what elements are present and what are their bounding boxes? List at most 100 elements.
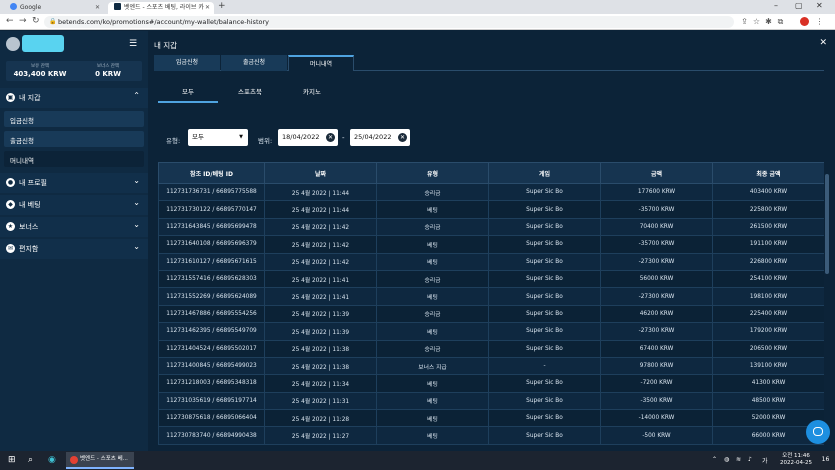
column-header: 게임 xyxy=(488,162,601,184)
balance-panel: 보유 잔액 403,400 KRW 보너스 잔액 0 KRW xyxy=(6,61,142,81)
sidebar-group-bets[interactable]: ◆ 내 베팅 ⌄ xyxy=(0,195,148,215)
browser-tab-betends[interactable]: 벳엔드 - 스포츠 베팅, 라이브 카 ✕ xyxy=(108,2,214,14)
table-row: 112731610127 / 66895671615 25 4월 2022 | 1… xyxy=(158,252,824,271)
table-cell: 25 4월 2022 | 11:38 xyxy=(264,356,377,376)
table-row: 112731467886 / 66895554256 25 4월 2022 | 1… xyxy=(158,304,824,324)
sidebar-item-withdraw[interactable]: 출금신청 xyxy=(4,131,144,147)
forward-icon[interactable]: → xyxy=(19,16,27,27)
extensions-puzzle-icon[interactable]: ⧉ xyxy=(776,17,785,26)
table-cell: 254100 KRW xyxy=(712,269,824,289)
table-cell: -27300 KRW xyxy=(600,252,713,271)
table-cell: 승리금 xyxy=(376,217,489,237)
table-cell: 403400 KRW xyxy=(712,182,824,202)
sidebar-group-label: 내 프로필 xyxy=(19,179,47,187)
tray-chevron-icon[interactable]: ⌃ xyxy=(712,456,717,463)
new-tab-icon[interactable]: + xyxy=(218,1,226,11)
address-bar: ← → ↻ 🔒 betends.com/ko/promotions#/accou… xyxy=(0,14,835,30)
clock-time: 오전 11:46 xyxy=(782,453,810,459)
close-tab-icon[interactable]: ✕ xyxy=(205,2,210,14)
clear-date-to-icon[interactable]: ✕ xyxy=(398,133,407,142)
sidebar-group-label: 보너스 xyxy=(19,223,39,231)
subtab-casino[interactable]: 카지노 xyxy=(282,83,342,103)
main-balance-value: 403,400 KRW xyxy=(13,70,67,78)
system-clock[interactable]: 오전 11:46 2022-04-25 xyxy=(776,453,816,467)
browser-menu-icon[interactable]: ⋮ xyxy=(815,17,824,26)
table-cell: 112731218003 / 66895348318 xyxy=(158,374,265,393)
table-row: 112731552269 / 66895624089 25 4월 2022 | 1… xyxy=(158,287,824,306)
sidebar-item-money-history[interactable]: 머니내역 xyxy=(4,151,144,167)
date-from-field[interactable]: 18/04/2022 ✕ xyxy=(278,129,338,146)
table-cell: -3500 KRW xyxy=(600,391,713,411)
table-cell: Super Sic Bo xyxy=(488,182,601,202)
windows-start-icon[interactable]: ⊞ xyxy=(8,455,16,466)
tab-withdraw[interactable]: 출금신청 xyxy=(221,55,287,71)
caret-down-icon: ▼ xyxy=(239,134,243,140)
profile-avatar-icon[interactable] xyxy=(800,17,809,26)
bets-icon: ◆ xyxy=(6,200,15,209)
sidebar-group-profile[interactable]: ● 내 프로필 ⌄ xyxy=(0,173,148,193)
column-header: 날짜 xyxy=(264,162,377,184)
subtab-sportsbook[interactable]: 스포츠북 xyxy=(220,83,280,103)
taskbar-app-chrome[interactable]: 벳엔드 - 스포츠 베... xyxy=(66,452,134,469)
language-icon[interactable]: 가 xyxy=(762,456,768,465)
table-cell: 베팅 xyxy=(376,235,489,254)
url-text: betends.com/ko/promotions#/account/my-wa… xyxy=(58,18,269,26)
url-field[interactable]: 🔒 betends.com/ko/promotions#/account/my-… xyxy=(44,16,734,28)
date-to-field[interactable]: 25/04/2022 ✕ xyxy=(350,129,410,146)
back-icon[interactable]: ← xyxy=(6,16,14,27)
close-tab-icon[interactable]: ✕ xyxy=(95,2,100,14)
table-cell: 177600 KRW xyxy=(600,182,713,202)
table-cell: 261500 KRW xyxy=(712,217,824,237)
table-cell: 46200 KRW xyxy=(600,304,713,324)
username-redacted xyxy=(22,35,64,52)
table-row: 112731736731 / 66895775588 25 4월 2022 | 1… xyxy=(158,182,824,202)
sidebar-group-inbox[interactable]: ✉ 편지함 ⌄ xyxy=(0,239,148,259)
table-cell: 승리금 xyxy=(376,182,489,202)
share-icon[interactable]: ⇪ xyxy=(740,17,749,26)
close-panel-icon[interactable]: ✕ xyxy=(819,38,827,48)
reload-icon[interactable]: ↻ xyxy=(32,16,40,27)
type-select[interactable]: 모두 ▼ xyxy=(188,129,248,146)
table-cell: -7200 KRW xyxy=(600,374,713,393)
tab-money-history[interactable]: 머니내역 xyxy=(288,55,354,71)
table-row: 112731462395 / 66895549709 25 4월 2022 | 1… xyxy=(158,322,824,341)
avatar[interactable] xyxy=(6,37,20,51)
table-cell: 25 4월 2022 | 11:31 xyxy=(264,391,377,411)
network-icon[interactable]: ◍ xyxy=(724,456,729,463)
table-cell: 112731035619 / 66895197714 xyxy=(158,391,265,411)
clock-date: 2022-04-25 xyxy=(780,460,812,466)
maximize-icon[interactable]: ▢ xyxy=(795,1,803,10)
tab-deposit[interactable]: 입금신청 xyxy=(154,55,220,71)
subtab-all[interactable]: 모두 xyxy=(158,83,218,103)
sidebar-item-deposit[interactable]: 입금신청 xyxy=(4,111,144,127)
table-scrollbar[interactable] xyxy=(825,174,829,274)
bonus-balance: 보너스 잔액 0 KRW xyxy=(74,63,142,78)
table-header-row: 참조 ID/베팅 ID 날짜 유형 게임 금액 최종 금액 xyxy=(158,162,824,184)
wifi-icon[interactable]: ≋ xyxy=(736,456,741,463)
page-title: 내 지갑 xyxy=(154,41,178,50)
table-cell: 25 4월 2022 | 11:39 xyxy=(264,322,377,341)
notification-center[interactable]: 16 xyxy=(820,454,831,466)
table-cell: 41300 KRW xyxy=(712,374,824,393)
table-cell: 112731467886 / 66895554256 xyxy=(158,304,265,324)
sidebar-group-wallet[interactable]: ▣ 내 지갑 ⌃ xyxy=(0,88,148,108)
table-cell: 225400 KRW xyxy=(712,304,824,324)
close-window-icon[interactable]: ✕ xyxy=(816,1,823,10)
table-cell: 25 4월 2022 | 11:38 xyxy=(264,339,377,358)
live-chat-button[interactable] xyxy=(806,420,830,444)
table-cell: -27300 KRW xyxy=(600,287,713,306)
bookmark-star-icon[interactable]: ☆ xyxy=(752,17,761,26)
account-menu-icon[interactable]: ☰ xyxy=(129,39,137,49)
minimize-icon[interactable]: – xyxy=(774,1,778,10)
clear-date-from-icon[interactable]: ✕ xyxy=(326,133,335,142)
edge-browser-icon[interactable]: ◉ xyxy=(48,455,56,466)
type-select-value: 모두 xyxy=(192,133,204,141)
column-header: 최종 금액 xyxy=(712,162,824,184)
browser-tab-google[interactable]: Google ✕ xyxy=(4,2,104,14)
sidebar-group-bonus[interactable]: ★ 보너스 ⌄ xyxy=(0,217,148,237)
volume-icon[interactable]: ♪ xyxy=(748,456,752,463)
table-cell: 112731610127 / 66895671615 xyxy=(158,252,265,271)
extension-icon[interactable]: ✱ xyxy=(764,17,773,26)
search-icon[interactable]: ⌕ xyxy=(28,455,33,466)
table-cell: Super Sic Bo xyxy=(488,409,601,428)
